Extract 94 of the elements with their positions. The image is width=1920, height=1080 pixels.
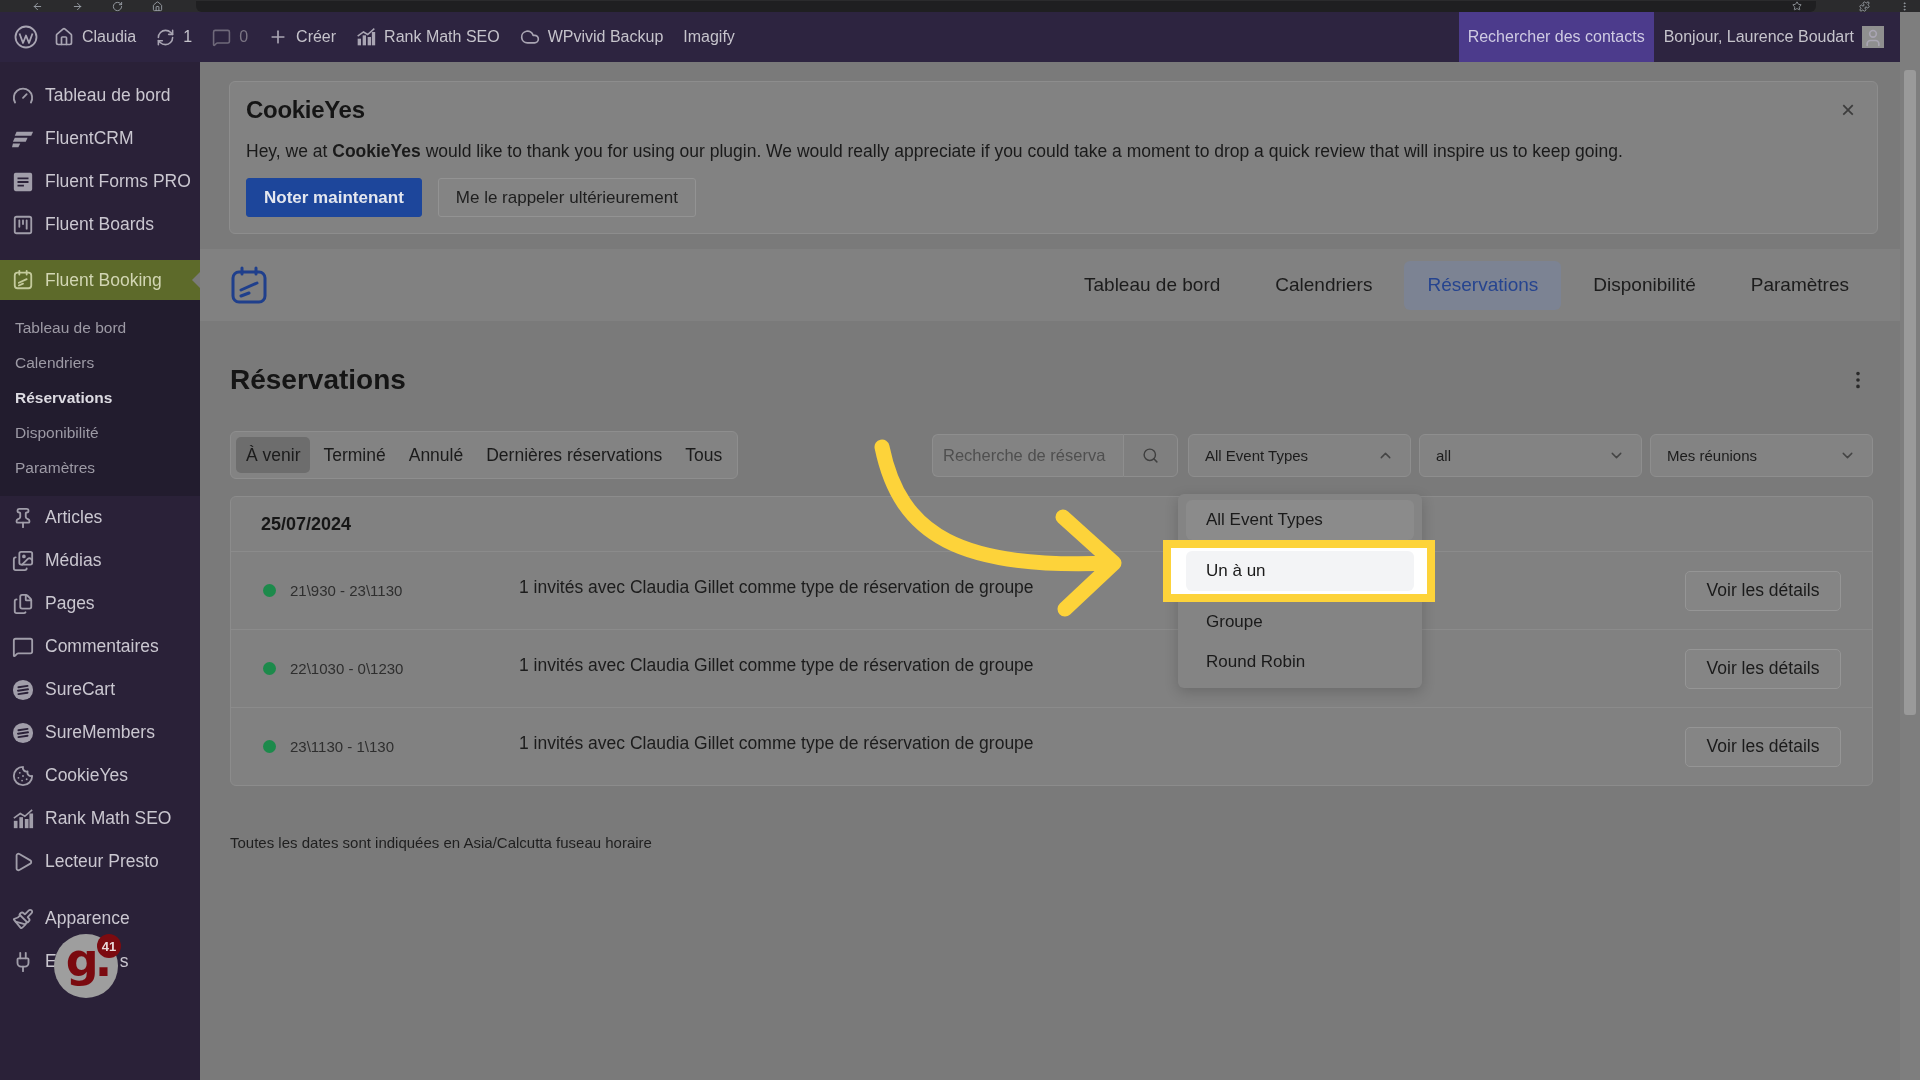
calendar-note-icon — [12, 269, 34, 291]
striped-circle-icon — [12, 678, 34, 701]
sidebar-item[interactable]: Médias — [0, 539, 200, 582]
search-icon — [1142, 446, 1159, 464]
scrollbar[interactable] — [1900, 12, 1920, 1080]
refresh-icon — [156, 27, 176, 47]
scrollbar-thumb[interactable] — [1904, 70, 1916, 715]
admin-bar-link[interactable]: Rank Math SEO — [346, 12, 510, 62]
sidebar-item[interactable]: Fluent Booking — [0, 260, 200, 300]
submenu-item[interactable]: Paramètres — [0, 450, 200, 485]
sidebar-item[interactable]: Rank Math SEO — [0, 797, 200, 840]
dropdown-option[interactable]: All Event Types — [1186, 499, 1414, 540]
cookie-icon — [12, 764, 34, 787]
status-dot-icon — [263, 584, 276, 597]
kanban-icon — [12, 213, 34, 236]
dropdown-option[interactable]: Round Robin — [1186, 641, 1414, 682]
images-icon — [12, 549, 34, 572]
dropdown-option[interactable]: Groupe — [1186, 601, 1414, 642]
booking-description: 1 invités avec Claudia Gillet comme type de réservation de groupe — [519, 655, 1034, 676]
select-dropdown[interactable]: All Event Types — [1188, 433, 1411, 477]
avatar-icon — [1862, 26, 1884, 48]
files-icon — [12, 592, 34, 615]
sidebar-item[interactable]: Tableau de bord — [0, 74, 200, 117]
home-icon[interactable] — [152, 0, 163, 12]
booking-description: 1 invités avec Claudia Gillet comme type de réservation de groupe — [519, 577, 1034, 598]
form-icon — [12, 170, 34, 193]
status-tab[interactable]: Terminé — [313, 437, 396, 473]
brand-logo: CookieYes — [246, 95, 365, 125]
nav-tab[interactable]: Tableau de bord — [1061, 260, 1244, 310]
bar-chart-icon — [12, 807, 34, 830]
striped-circle-icon — [12, 721, 34, 744]
status-dot-icon — [263, 662, 276, 675]
page-title: Réservations — [230, 364, 406, 396]
nav-tab[interactable]: Paramètres — [1727, 260, 1872, 310]
details-button[interactable]: Voir les détails — [1685, 570, 1841, 611]
select-dropdown[interactable]: all — [1419, 433, 1642, 477]
sidebar-item[interactable]: Fluent Boards — [0, 203, 200, 246]
submenu-item[interactable]: Réservations — [0, 380, 200, 415]
sidebar-item[interactable]: FluentCRM — [0, 117, 200, 160]
dropdown-option[interactable]: Un à un — [1186, 550, 1414, 591]
sidebar-item[interactable]: Lecteur Presto — [0, 840, 200, 883]
sidebar-item-label[interactable]: s — [119, 951, 129, 972]
speech-bubble-icon — [212, 27, 232, 47]
status-tab[interactable]: Dernières réservations — [476, 437, 673, 473]
admin-bar-link[interactable]: 1 — [146, 12, 203, 62]
notification-badge: 41 — [97, 934, 121, 958]
sidebar-item[interactable]: Articles — [0, 496, 200, 539]
date-heading: 25/07/2024 — [261, 513, 352, 535]
calendar-pen-logo-icon — [230, 266, 268, 304]
time-range: 22\1030 - 0\1230 — [290, 660, 405, 677]
search-button[interactable] — [1123, 433, 1178, 477]
status-tab[interactable]: Annulé — [398, 437, 474, 473]
status-dot-icon — [263, 740, 276, 753]
cloud-icon — [519, 27, 540, 47]
star-icon[interactable] — [1792, 1, 1802, 11]
select-dropdown[interactable]: Mes réunions — [1650, 433, 1873, 477]
time-range: 21\930 - 23\1130 — [290, 582, 404, 599]
bar-chart-icon — [356, 27, 377, 47]
paintbrush-icon — [12, 907, 34, 930]
admin-bar-link[interactable]: Créer — [258, 12, 347, 62]
search-contacts-button[interactable]: Rechercher des contacts — [1458, 12, 1654, 62]
time-range: 23\1130 - 1\130 — [290, 738, 395, 755]
details-button[interactable]: Voir les détails — [1685, 726, 1841, 767]
sidebar-item[interactable]: Commentaires — [0, 625, 200, 668]
account-link[interactable]: Bonjour, Laurence Boudart — [1653, 12, 1894, 62]
speech-bubble-icon — [12, 635, 34, 658]
status-tab[interactable]: À venir — [236, 437, 311, 473]
nav-tab[interactable]: Disponibilité — [1570, 260, 1719, 310]
home-icon — [54, 27, 74, 47]
timezone-note: Toutes les dates sont indiquées en Asia/Calcutta fuseau horaire — [230, 833, 652, 853]
back-arrow-icon[interactable] — [32, 0, 43, 12]
nav-tab[interactable]: Calendriers — [1252, 260, 1396, 310]
notice-message: Hey, we at CookieYes would like to thank you for using our plugin. We would really appreciate if you could take a moment to drop a quick review that will inspire us to keep going. — [246, 140, 1623, 162]
admin-bar-link[interactable]: Claudia — [44, 12, 147, 62]
details-button[interactable]: Voir les détails — [1685, 648, 1841, 689]
booking-description: 1 invités avec Claudia Gillet comme type de réservation de groupe — [519, 733, 1034, 754]
sidebar-item[interactable]: SureCart — [0, 668, 200, 711]
sidebar-item[interactable]: SureMembers — [0, 711, 200, 754]
sidebar-item-label[interactable]: E — [45, 951, 57, 972]
submenu-item[interactable]: Disponibilité — [0, 415, 200, 450]
status-tab[interactable]: Tous — [675, 437, 733, 473]
sidebar-item[interactable]: Fluent Forms PRO — [0, 160, 200, 203]
sidebar-item[interactable]: Pages — [0, 582, 200, 625]
puzzle-icon[interactable] — [1859, 0, 1870, 12]
admin-bar-link[interactable]: Imagify — [673, 12, 745, 62]
forward-arrow-icon[interactable] — [72, 0, 83, 12]
submenu-item[interactable]: Calendriers — [0, 345, 200, 380]
submenu-item[interactable]: Tableau de bord — [0, 310, 200, 345]
reload-icon[interactable] — [112, 0, 123, 12]
remind-later-button[interactable]: Me le rappeler ultérieurement — [437, 178, 696, 217]
rate-now-button[interactable]: Noter maintenant — [246, 178, 422, 217]
sidebar-item[interactable]: CookieYes — [0, 754, 200, 797]
admin-bar-link[interactable]: WPvivid Backup — [509, 12, 674, 62]
site-logo-icon — [14, 25, 38, 49]
